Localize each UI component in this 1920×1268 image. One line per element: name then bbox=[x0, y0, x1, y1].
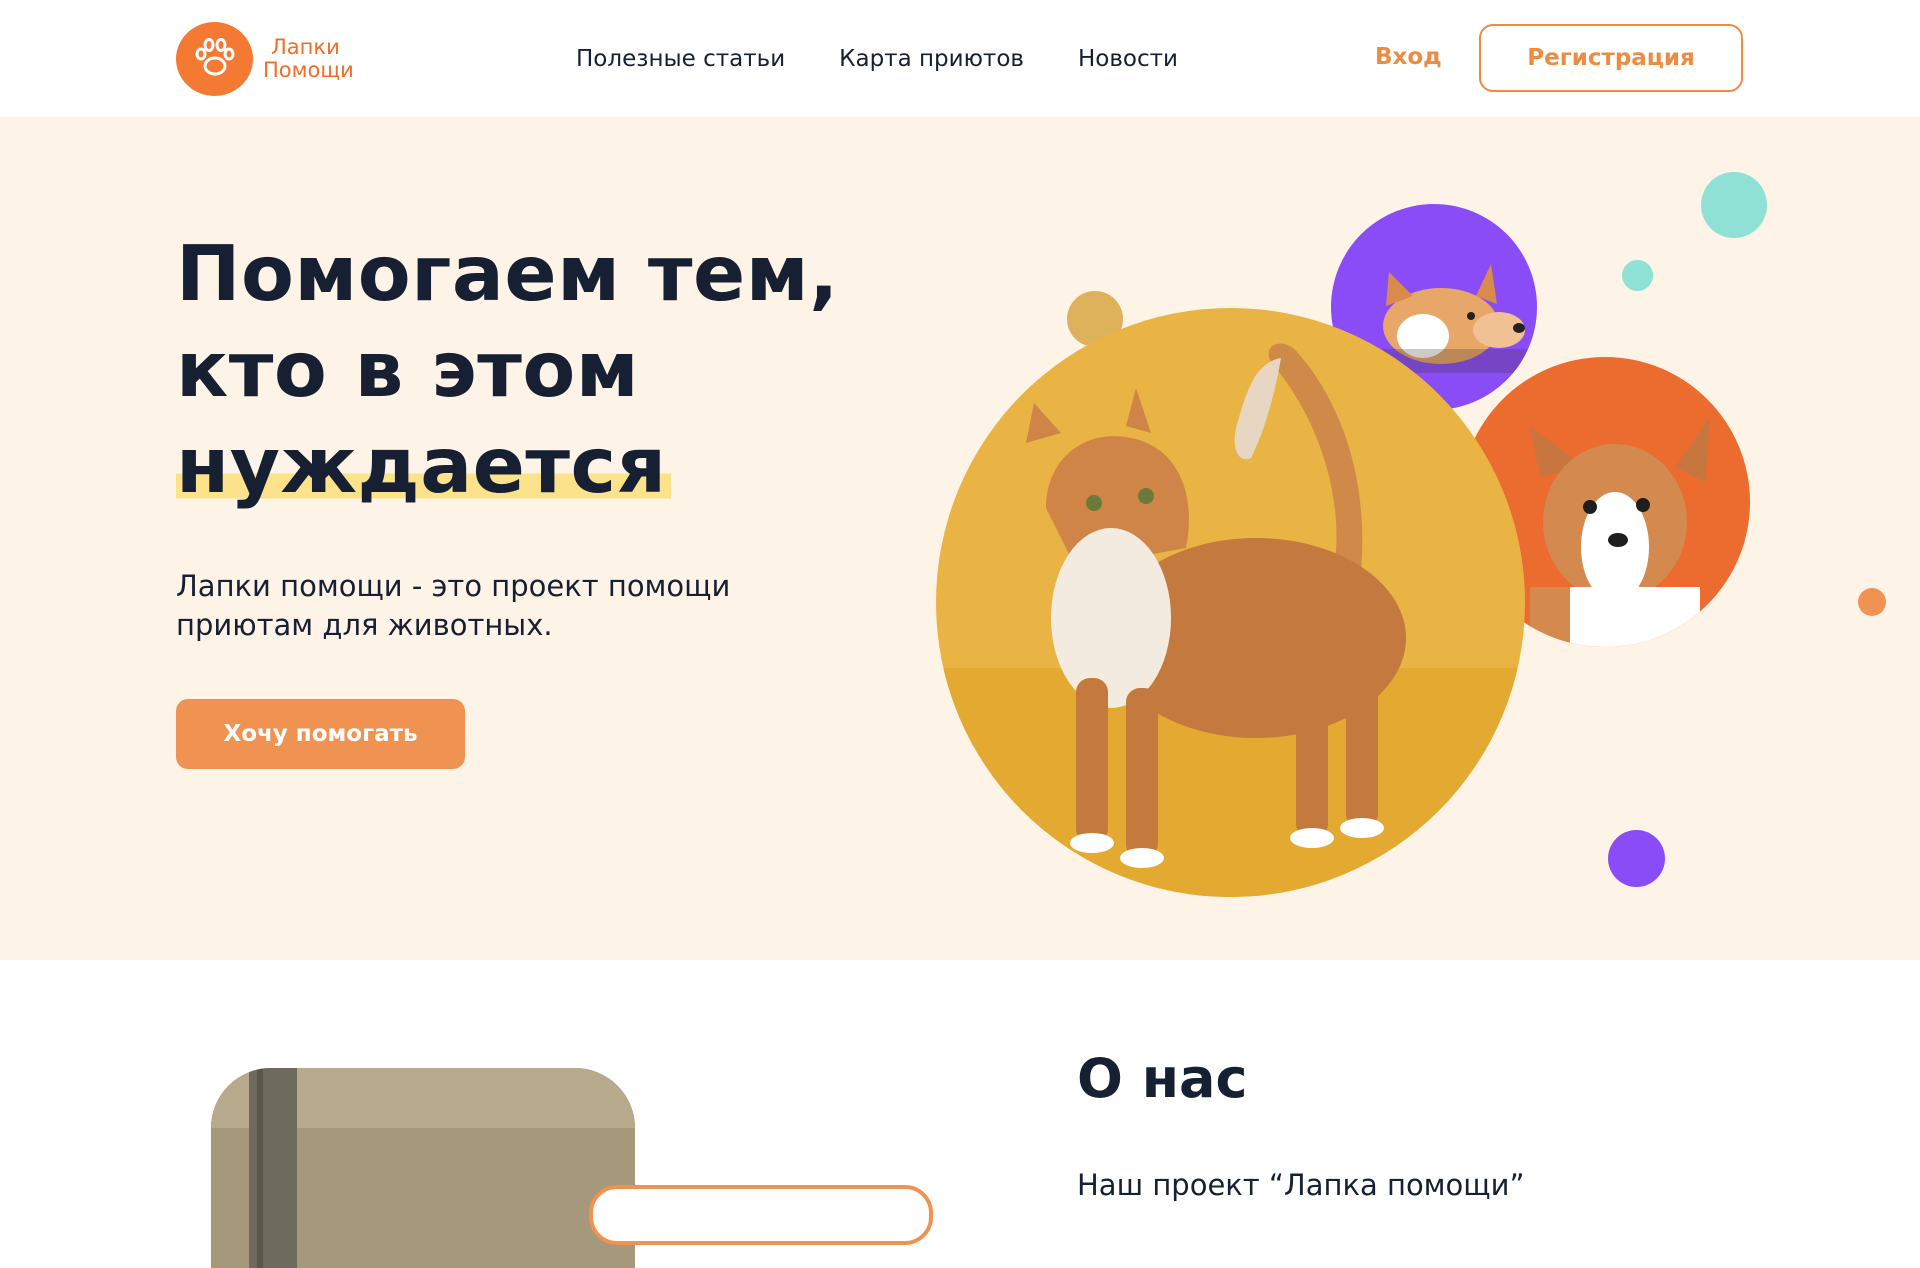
nav-item-articles[interactable]: Полезные статьи bbox=[576, 46, 785, 72]
decor-dot-purple bbox=[1608, 830, 1665, 887]
cat-photo bbox=[936, 308, 1525, 897]
logo-text: Лапки Помощи bbox=[263, 34, 354, 82]
about-text: Наш проект “Лапка помощи” bbox=[1077, 1168, 1525, 1202]
register-button[interactable]: Регистрация bbox=[1479, 24, 1743, 92]
logo-line-1: Лапки bbox=[271, 34, 340, 59]
logo-line-2: Помощи bbox=[263, 58, 354, 82]
hero-subtitle: Лапки помощи - это проект помощи приютам… bbox=[176, 569, 731, 642]
about-card bbox=[589, 1185, 933, 1245]
about-title: О нас bbox=[1077, 1047, 1248, 1110]
logo-link[interactable]: Лапки Помощи bbox=[176, 22, 354, 96]
hero-title-highlight: нуждается bbox=[176, 422, 671, 511]
decor-dot-orange-small bbox=[1858, 588, 1886, 616]
nav-item-shelter-map[interactable]: Карта приютов bbox=[839, 46, 1024, 72]
main-nav: Полезные статьи Карта приютов Новости bbox=[576, 0, 1178, 117]
decor-dot-teal-large bbox=[1701, 172, 1767, 238]
want-to-help-button[interactable]: Хочу помогать bbox=[176, 699, 465, 769]
hero-title-line-1: Помогаем тем, bbox=[176, 230, 839, 319]
nav-item-news[interactable]: Новости bbox=[1078, 46, 1178, 72]
hero-title: Помогаем тем, кто в этом нуждается bbox=[176, 227, 896, 515]
paw-icon bbox=[176, 22, 253, 96]
hero-title-line-2: кто в этом bbox=[176, 326, 640, 415]
about-photo bbox=[211, 1068, 635, 1268]
site-header: Лапки Помощи Полезные статьи Карта приют… bbox=[0, 0, 1920, 117]
decor-dot-teal-small bbox=[1622, 260, 1653, 291]
login-link[interactable]: Вход bbox=[1375, 44, 1442, 70]
hero-section: Помогаем тем, кто в этом нуждается Лапки… bbox=[0, 117, 1920, 960]
